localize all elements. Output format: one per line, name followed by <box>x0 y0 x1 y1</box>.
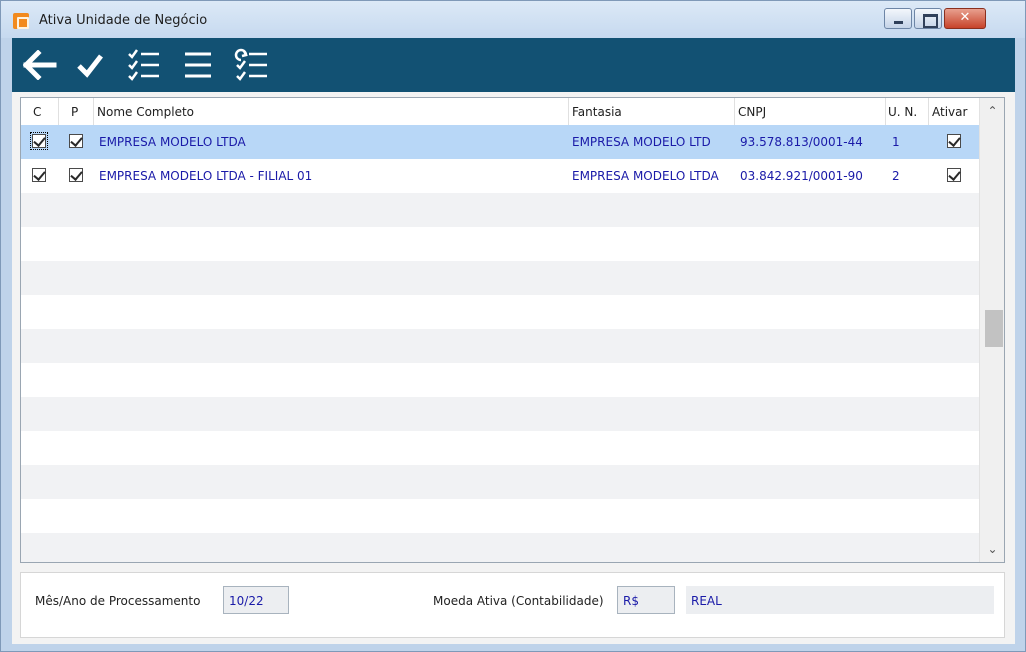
footer-panel: Mês/Ano de Processamento 10/22 Moeda Ati… <box>20 572 1005 638</box>
empty-row <box>21 363 979 397</box>
column-header-cnpj[interactable]: CNPJ <box>738 105 766 119</box>
row-nome-completo: EMPRESA MODELO LTDA <box>99 135 246 149</box>
window-title: Ativa Unidade de Negócio <box>39 13 208 28</box>
grid-header: C P Nome Completo Fantasia CNPJ U. N. At… <box>21 98 979 125</box>
empty-row <box>21 465 979 499</box>
moeda-name: REAL <box>691 594 722 608</box>
row-ativar-checkbox[interactable] <box>947 168 961 182</box>
scroll-thumb[interactable] <box>985 310 1003 347</box>
mes-ano-field[interactable]: 10/22 <box>223 586 289 614</box>
arrow-left-icon <box>23 50 57 80</box>
mes-ano-label: Mês/Ano de Processamento <box>35 594 201 608</box>
list-icon <box>185 52 211 78</box>
empty-row <box>21 329 979 363</box>
empty-row <box>21 431 979 465</box>
window: Ativa Unidade de Negócio ✕ C P Nome Comp… <box>0 0 1026 652</box>
table-row[interactable]: EMPRESA MODELO LTDA EMPRESA MODELO LTD 9… <box>21 125 979 159</box>
row-fantasia: EMPRESA MODELO LTD <box>572 135 711 149</box>
row-ativar-checkbox[interactable] <box>947 134 961 148</box>
column-header-un[interactable]: U. N. <box>888 105 917 119</box>
empty-row <box>21 193 979 227</box>
column-header-c[interactable]: C <box>33 105 41 119</box>
vertical-scrollbar[interactable]: ⌃ ⌄ <box>979 98 1004 562</box>
empty-row <box>21 499 979 533</box>
empty-row <box>21 397 979 431</box>
check-icon <box>77 54 103 78</box>
empty-row <box>21 295 979 329</box>
refresh-checklist-icon <box>234 48 267 81</box>
row-c-checkbox[interactable] <box>30 132 48 150</box>
column-header-nome-completo[interactable]: Nome Completo <box>97 105 194 119</box>
row-nome-completo: EMPRESA MODELO LTDA - FILIAL 01 <box>99 169 313 183</box>
row-c-checkbox[interactable] <box>32 168 46 182</box>
scroll-down-button[interactable]: ⌄ <box>980 536 1004 562</box>
invert-selection-button[interactable] <box>232 45 272 85</box>
row-cnpj: 93.578.813/0001-44 <box>740 135 863 149</box>
app-icon <box>13 13 29 29</box>
row-un: 2 <box>892 169 900 183</box>
check-all-button[interactable] <box>124 45 164 85</box>
business-units-grid: C P Nome Completo Fantasia CNPJ U. N. At… <box>20 97 1005 563</box>
maximize-button[interactable] <box>914 8 942 29</box>
column-header-p[interactable]: P <box>71 105 78 119</box>
moeda-name-box <box>686 586 994 614</box>
empty-row <box>21 533 979 562</box>
table-row[interactable]: EMPRESA MODELO LTDA - FILIAL 01 EMPRESA … <box>21 159 979 193</box>
row-cnpj: 03.842.921/0001-90 <box>740 169 863 183</box>
moeda-code-field[interactable]: R$ <box>617 586 675 614</box>
title-bar: Ativa Unidade de Negócio <box>1 1 1025 38</box>
column-header-ativar[interactable]: Ativar <box>932 105 967 119</box>
chevron-up-icon: ⌃ <box>987 104 998 118</box>
close-button[interactable] <box>944 8 986 29</box>
list-button[interactable] <box>178 45 218 85</box>
empty-row <box>21 227 979 261</box>
minimize-button[interactable] <box>884 8 912 29</box>
toolbar <box>12 38 1015 92</box>
row-un: 1 <box>892 135 900 149</box>
checklist-icon <box>128 49 159 81</box>
confirm-button[interactable] <box>70 45 110 85</box>
chevron-down-icon: ⌄ <box>987 542 998 556</box>
column-header-fantasia[interactable]: Fantasia <box>572 105 622 119</box>
moeda-label: Moeda Ativa (Contabilidade) <box>433 594 604 608</box>
row-p-checkbox[interactable] <box>69 134 83 148</box>
row-p-checkbox[interactable] <box>69 168 83 182</box>
back-button[interactable] <box>20 45 60 85</box>
content-panel: C P Nome Completo Fantasia CNPJ U. N. At… <box>12 92 1015 644</box>
empty-row <box>21 261 979 295</box>
scroll-up-button[interactable]: ⌃ <box>980 98 1004 124</box>
row-fantasia: EMPRESA MODELO LTDA <box>572 169 719 183</box>
